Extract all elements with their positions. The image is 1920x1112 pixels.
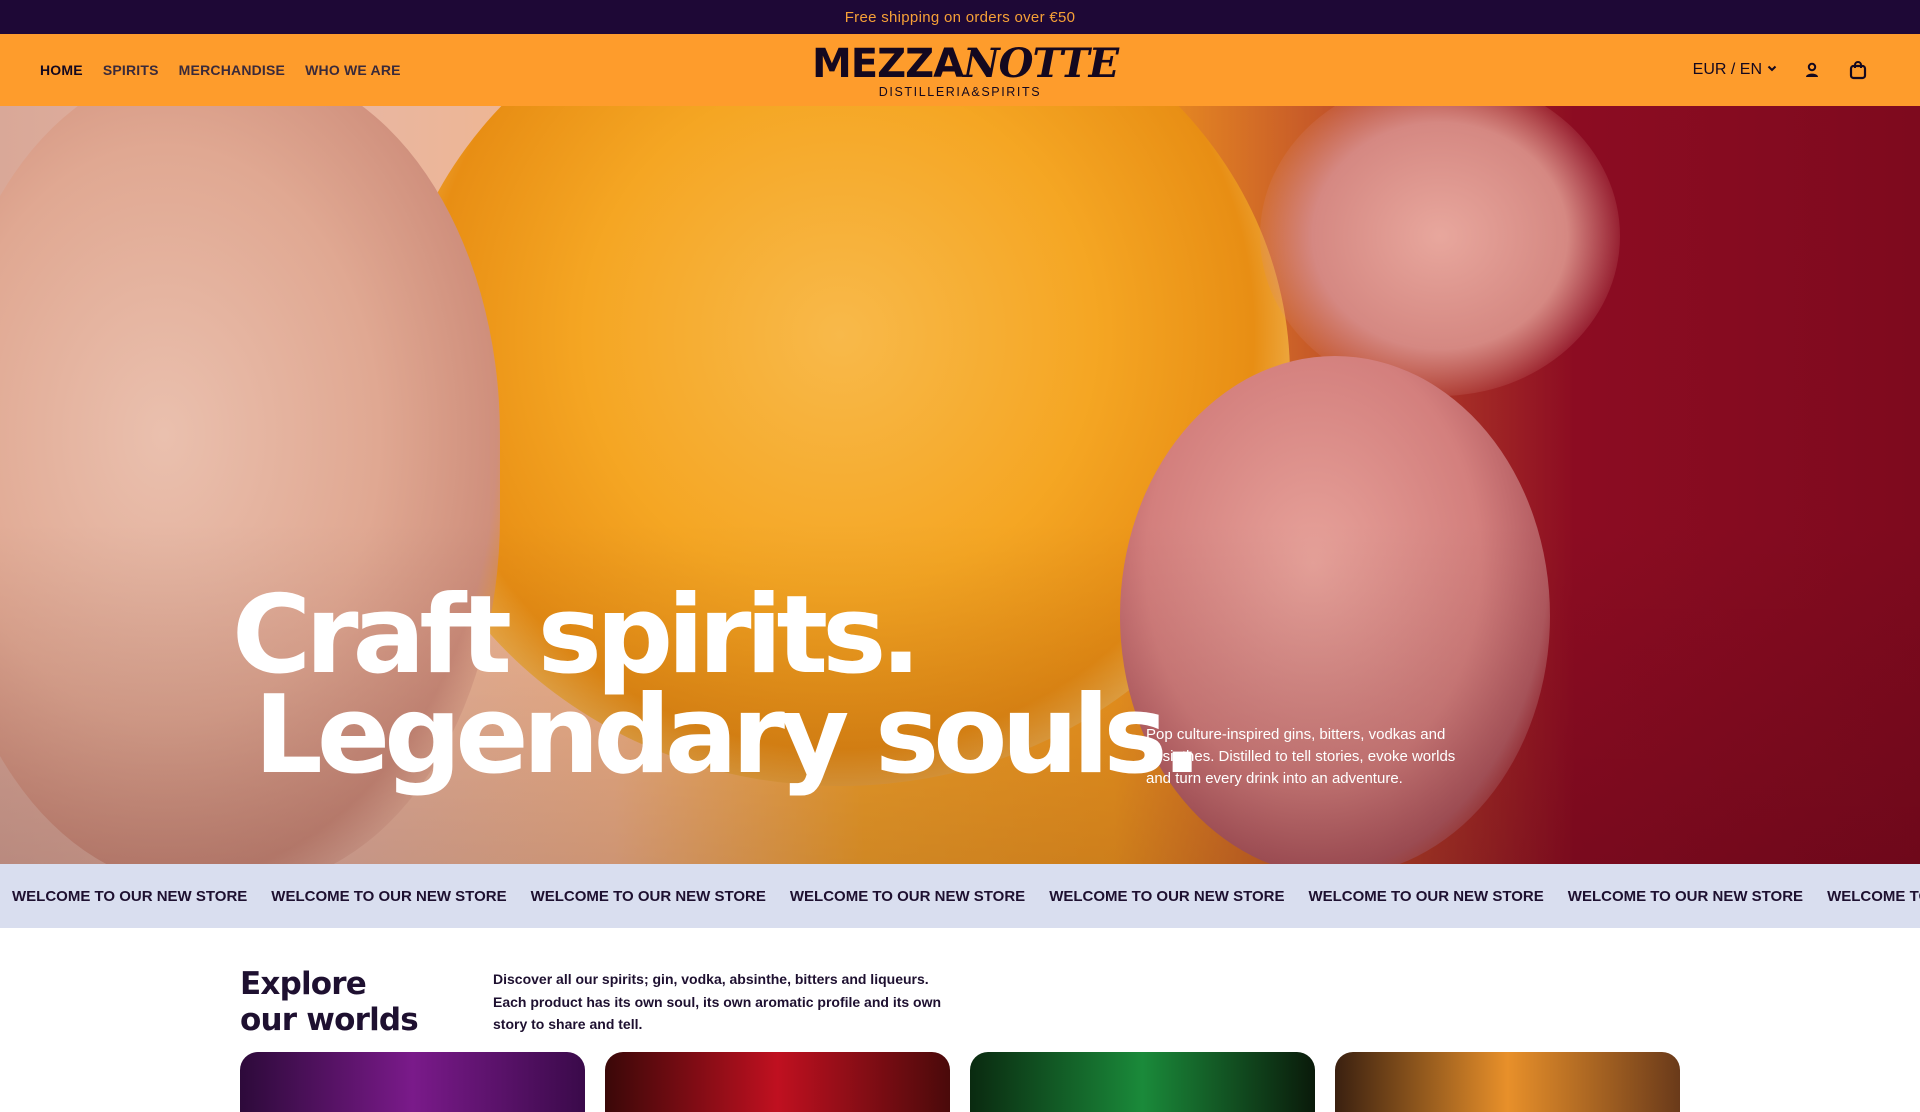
explore-title-line1: Explore — [240, 966, 367, 1002]
main-nav: HOME SPIRITS MERCHANDISE WHO WE ARE — [40, 34, 401, 106]
ticker-item: WELCOME TO OUR NEW STORE — [530, 887, 766, 905]
logo-subtitle: DISTILLERIA&SPIRITS — [878, 85, 1042, 99]
logo-wordmark-bold: MEZZA — [812, 41, 964, 87]
hero-description: Pop culture-inspired gins, bitters, vodk… — [1146, 726, 1456, 787]
nav-who-we-are[interactable]: WHO WE ARE — [305, 62, 401, 78]
brand-logo[interactable]: MEZZANOTTE DISTILLERIA&SPIRITS — [812, 41, 1119, 100]
world-card[interactable] — [1335, 1052, 1680, 1112]
bag-icon[interactable] — [1846, 58, 1870, 82]
locale-selector[interactable]: EUR / EN — [1693, 61, 1778, 79]
user-icon[interactable] — [1800, 58, 1824, 82]
header-actions: EUR / EN — [1693, 34, 1870, 106]
locale-label: EUR / EN — [1692, 61, 1762, 78]
ticker-item: WELCOME TO OUR NEW STORE — [271, 887, 507, 905]
nav-home[interactable]: HOME — [40, 62, 83, 78]
worlds-card-row — [240, 1052, 1680, 1112]
announcement-bar: Free shipping on orders over €50 — [0, 0, 1920, 34]
announcement-text: Free shipping on orders over €50 — [844, 8, 1076, 26]
nav-spirits[interactable]: SPIRITS — [103, 62, 159, 78]
nav-merchandise[interactable]: MERCHANDISE — [179, 62, 285, 78]
explore-description: Discover all our spirits; gin, vodka, ab… — [493, 971, 942, 1032]
ticker-item: WELCOME TO OUR NEW STORE — [1308, 887, 1544, 905]
world-card[interactable] — [605, 1052, 950, 1112]
ticker-item: WELCOME TO OUR NEW STORE — [1049, 887, 1285, 905]
ticker-item: WELCOME TO OUR NEW STORE — [1567, 887, 1804, 905]
logo-wordmark-script: NOTTE — [963, 40, 1119, 87]
chevron-down-icon — [1766, 61, 1778, 79]
ticker-item: WELCOME TO OUR NEW STORE — [1827, 887, 1920, 905]
logo-wordmark: MEZZANOTTE — [812, 41, 1119, 87]
hero-banner: Craft spirits. Legendary souls. Pop cult… — [0, 106, 1920, 864]
world-card[interactable] — [240, 1052, 585, 1112]
hero-headline-line1: Craft spirits. — [232, 573, 921, 698]
hero-headline: Craft spirits. Legendary souls. — [232, 573, 1203, 798]
world-card[interactable] — [970, 1052, 1315, 1112]
marquee-ticker: WELCOME TO OUR NEW STORE WELCOME TO OUR … — [0, 864, 1920, 928]
hero-headline-line2: Legendary souls. — [254, 673, 1203, 798]
explore-title: Explore our worlds — [240, 966, 419, 1038]
explore-title-line2: our worlds — [240, 1002, 419, 1038]
ticker-item: WELCOME TO OUR NEW STORE — [12, 887, 248, 905]
site-header: HOME SPIRITS MERCHANDISE WHO WE ARE MEZZ… — [0, 34, 1920, 106]
ticker-item: WELCOME TO OUR NEW STORE — [789, 887, 1026, 905]
